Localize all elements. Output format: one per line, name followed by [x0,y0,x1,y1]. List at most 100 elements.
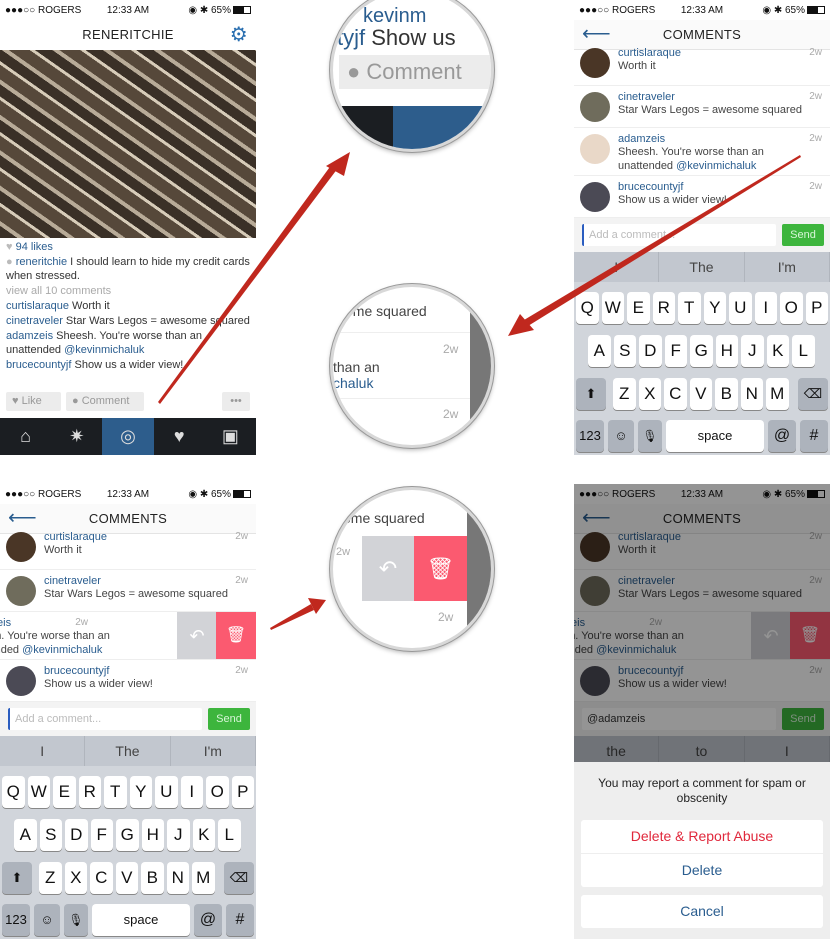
hash-key[interactable]: # [800,420,828,452]
emoji-key[interactable]: ☺ [34,904,60,936]
comment-button[interactable]: ● Comment [66,392,144,411]
comment-user[interactable]: cinetraveler [6,315,63,327]
comment-user[interactable]: curtislaraque [44,530,107,544]
key-y[interactable]: Y [129,776,152,808]
key-k[interactable]: K [766,335,789,367]
key-n[interactable]: N [166,862,189,894]
numbers-key[interactable]: 123 [2,904,30,936]
key-u[interactable]: U [729,292,752,324]
key-y[interactable]: Y [703,292,726,324]
key-a[interactable]: A [588,335,611,367]
comment-user[interactable]: adamzeis [0,616,11,630]
key-o[interactable]: O [780,292,803,324]
more-button[interactable]: ••• [222,392,250,411]
comment-user[interactable]: adamzeis [618,132,665,146]
send-button[interactable]: Send [782,224,824,246]
mention-link[interactable]: @kevinmichaluk [64,344,144,356]
avatar[interactable] [6,532,36,562]
key-r[interactable]: R [78,776,101,808]
comment-row[interactable]: brucecountyjf Show us a wider view! 2w [0,660,256,702]
key-e[interactable]: E [627,292,650,324]
comment-user[interactable]: brucecountyjf [44,664,109,678]
key-g[interactable]: G [690,335,713,367]
key-g[interactable]: G [116,819,139,851]
key-c[interactable]: C [90,862,113,894]
like-button[interactable]: ♥ Like [6,392,61,411]
key-x[interactable]: X [64,862,87,894]
key-s[interactable]: S [613,335,636,367]
key-i[interactable]: I [180,776,203,808]
key-v[interactable]: V [689,378,712,410]
avatar[interactable] [580,48,610,78]
comment-row[interactable]: adamzeisSheesh. You're worse than an una… [574,128,830,176]
key-j[interactable]: J [167,819,190,851]
key-h[interactable]: H [141,819,164,851]
avatar[interactable] [6,576,36,606]
comment-row[interactable]: cinetraveler Star Wars Legos = awesome sq… [0,570,256,612]
at-key[interactable]: @ [194,904,222,936]
at-key[interactable]: @ [768,420,796,452]
comment-row[interactable]: adamzeisSheesh. You're worse than an una… [0,612,256,660]
reply-button[interactable]: ↶ [177,612,217,659]
comment-user[interactable]: cinetraveler [44,574,101,588]
key-p[interactable]: P [231,776,254,808]
key-z[interactable]: Z [39,862,62,894]
key-d[interactable]: D [65,819,88,851]
key-q[interactable]: Q [2,776,25,808]
home-icon[interactable]: ⌂ [0,418,51,455]
send-button[interactable]: Send [208,708,250,730]
delete-button[interactable]: Delete [581,854,823,887]
avatar[interactable] [580,182,610,212]
key-u[interactable]: U [155,776,178,808]
avatar[interactable] [580,134,610,164]
key-b[interactable]: B [715,378,738,410]
key-d[interactable]: D [639,335,662,367]
shift-key[interactable]: ⬆ [576,378,606,410]
comment-user[interactable]: brucecountyjf [6,359,71,371]
key-i[interactable]: I [754,292,777,324]
mic-key[interactable]: 🎙 [638,420,662,452]
comment-user[interactable]: adamzeis [6,330,53,342]
key-l[interactable]: L [218,819,241,851]
key-j[interactable]: J [741,335,764,367]
avatar[interactable] [580,92,610,122]
key-x[interactable]: X [638,378,661,410]
key-h[interactable]: H [715,335,738,367]
comment-row[interactable]: curtislaraque Worth it 2w [574,47,830,86]
hash-key[interactable]: # [226,904,254,936]
delete-button[interactable]: 🗑 [216,612,256,659]
key-r[interactable]: R [652,292,675,324]
space-key[interactable]: space [92,904,190,936]
key-z[interactable]: Z [613,378,636,410]
likes-count[interactable]: 94 likes [16,241,53,253]
comment-user[interactable]: curtislaraque [6,300,69,312]
key-n[interactable]: N [740,378,763,410]
key-p[interactable]: P [805,292,828,324]
activity-icon[interactable]: ♥ [154,418,205,455]
profile-icon[interactable]: ▣ [205,418,256,455]
key-f[interactable]: F [664,335,687,367]
numbers-key[interactable]: 123 [576,420,604,452]
camera-icon[interactable]: ◎ [102,418,154,455]
comment-row[interactable]: brucecountyjf Show us a wider view! 2w [574,176,830,218]
comment-user[interactable]: cinetraveler [618,90,675,104]
suggestion[interactable]: The [659,252,745,282]
key-t[interactable]: T [104,776,127,808]
key-e[interactable]: E [53,776,76,808]
key-l[interactable]: L [792,335,815,367]
caption-user[interactable]: reneritchie [16,256,67,268]
comment-input[interactable]: Add a comment... [8,708,202,730]
gear-icon[interactable]: ⚙ [230,20,248,50]
comment-row[interactable]: curtislaraque Worth it 2w [0,531,256,570]
mic-key[interactable]: 🎙 [64,904,88,936]
suggestion[interactable]: I'm [745,252,830,282]
key-v[interactable]: V [115,862,138,894]
comment-user[interactable]: brucecountyjf [618,180,683,194]
delete-key[interactable]: ⌫ [798,378,828,410]
shift-key[interactable]: ⬆ [2,862,32,894]
emoji-key[interactable]: ☺ [608,420,634,452]
key-w[interactable]: W [601,292,624,324]
explore-icon[interactable]: ✷ [51,418,102,455]
key-t[interactable]: T [678,292,701,324]
key-k[interactable]: K [192,819,215,851]
